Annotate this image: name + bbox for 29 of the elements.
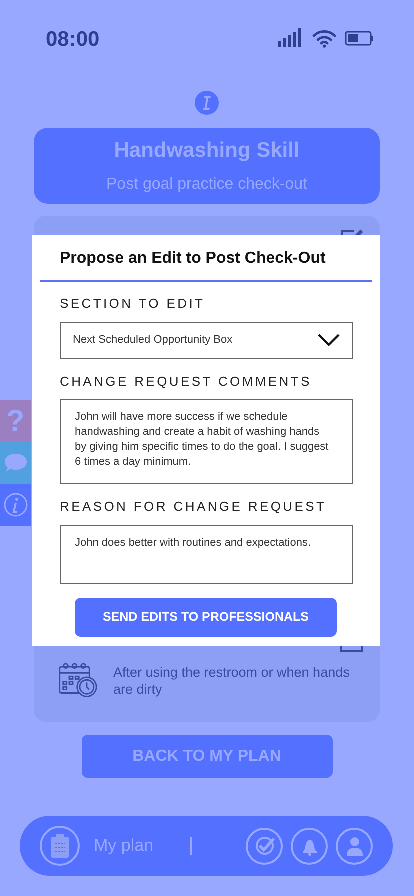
person-icon xyxy=(344,836,364,856)
chat-tab[interactable] xyxy=(0,442,31,484)
wifi-icon xyxy=(312,28,337,48)
check-button[interactable] xyxy=(246,828,283,864)
field-label: SECTION TO EDIT xyxy=(60,295,206,313)
clock-time: 08:00 xyxy=(46,27,100,53)
field-label: CHANGE REQUEST COMMENTS xyxy=(60,372,313,390)
reason-field[interactable]: John does better with routines and expectations. xyxy=(60,524,353,584)
my-plan-button[interactable] xyxy=(40,826,80,866)
chat-icon xyxy=(4,453,28,473)
check-icon xyxy=(254,836,274,856)
chevron-down-icon xyxy=(318,334,340,346)
info-tab[interactable] xyxy=(0,484,31,526)
field-label: REASON FOR CHANGE REQUEST xyxy=(60,498,328,516)
clipboard-icon xyxy=(51,834,69,858)
subtitle: Post goal practice check-out xyxy=(106,174,308,195)
send-edits-button[interactable]: SEND EDITS TO PROFESSIONALS xyxy=(75,598,337,636)
section-dropdown[interactable]: Next Scheduled Opportunity Box xyxy=(60,322,353,358)
nav-label: My plan xyxy=(94,835,154,858)
dialog-title: Propose an Edit to Post Check-Out xyxy=(60,250,326,267)
comments-field[interactable]: John will have more success if we schedule handwashing and create a habit of washing hands by giving him specific times to do the goal. I suggest 6 times a day minimum. xyxy=(60,399,353,484)
battery-icon xyxy=(345,30,374,46)
info-icon xyxy=(4,493,28,517)
next-opportunity-text: After using the restroom or when hands are dirty xyxy=(113,664,351,698)
profile-button[interactable] xyxy=(336,828,373,864)
notifications-button[interactable] xyxy=(291,828,328,864)
title: Handwashing Skill xyxy=(114,138,300,164)
signal-icon xyxy=(278,28,304,48)
info-icon[interactable] xyxy=(195,91,219,115)
